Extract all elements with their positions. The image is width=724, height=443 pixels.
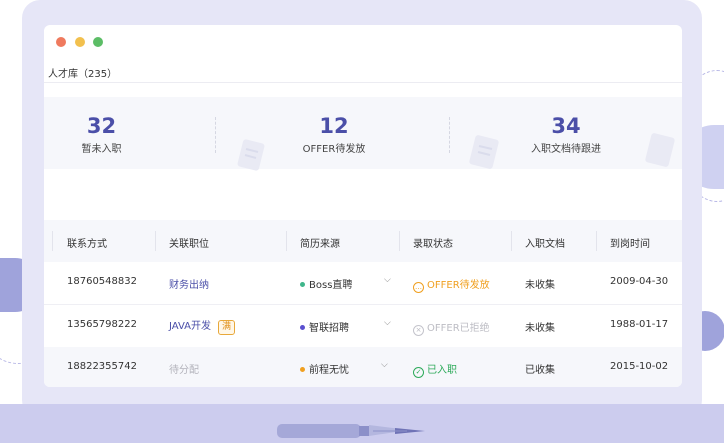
window-close-button[interactable] [56,37,66,47]
document-status: 未收集 [525,280,555,291]
chevron-down-icon[interactable]: ⌵ [384,275,391,285]
stat-docs-to-follow[interactable]: 34 入职文档待跟进 [504,97,628,169]
column-divider [596,231,597,251]
pending-icon: … [413,282,424,293]
source-select[interactable]: 智联招聘 [300,319,349,334]
position-link[interactable]: JAVA开发满 [169,317,236,335]
document-status: 未收集 [525,323,555,334]
stat-offer-pending[interactable]: 12 OFFER待发放 [274,97,394,169]
column-divider [511,231,512,251]
source-label: 智联招聘 [309,323,349,334]
stat-value: 32 [86,114,117,138]
chevron-down-icon[interactable]: ⌵ [381,360,388,370]
table-row[interactable]: 13565798222 JAVA开发满 智联招聘 ⌵ × OFFER已拒绝 未收集… [44,305,682,348]
source-label: 前程无忧 [309,365,349,376]
source-dot [300,367,305,372]
stat-value: 12 [319,114,349,138]
header-document: 入职文档 [525,239,565,250]
check-icon: ✓ [413,367,424,378]
window-maximize-button[interactable] [93,37,103,47]
rejected-icon: × [413,325,424,336]
position-unassigned: 待分配 [169,365,199,376]
title-divider [44,82,682,83]
position-link[interactable]: 财务出纳 [169,276,209,291]
stats-panel: 32 暂未入职 12 OFFER待发放 34 入职文档待跟进 [44,97,682,171]
document-status: 已收集 [525,365,555,376]
status-label: OFFER待发放 [427,280,490,291]
column-divider [52,231,53,251]
chevron-down-icon[interactable]: ⌵ [384,318,391,328]
app-window: 人才库（235） 32 暂未入职 12 OFFER待发放 34 入职文档待跟进 [44,25,682,387]
source-label: Boss直聘 [309,280,353,291]
header-position: 关联职位 [169,239,209,250]
stat-label: 入职文档待跟进 [531,144,601,155]
stat-divider [449,117,450,153]
pen-icon [277,424,425,438]
stat-divider [215,117,216,153]
status-label: OFFER已拒绝 [427,323,490,334]
document-illustration-icon [469,135,499,169]
column-divider [155,231,156,251]
stat-value: 34 [551,114,581,138]
document-illustration-icon [645,133,675,167]
contact-phone: 13565798222 [67,319,137,330]
source-select[interactable]: 前程无忧 [300,361,349,376]
status-badge: × OFFER已拒绝 [413,319,490,336]
table-header: 联系方式 关联职位 简历来源 录取状态 入职文档 到岗时间 [44,220,682,262]
header-contact: 联系方式 [67,239,107,250]
arrival-date: 1988-01-17 [610,319,669,330]
arrival-date: 2015-10-02 [610,361,669,372]
header-source: 简历来源 [300,239,340,250]
contact-phone: 18760548832 [67,276,137,287]
status-label: 已入职 [427,365,457,376]
column-divider [286,231,287,251]
header-status: 录取状态 [413,239,453,250]
document-illustration-icon [237,139,265,171]
table-row[interactable]: 18760548832 财务出纳 Boss直聘 ⌵ … OFFER待发放 未收集 … [44,262,682,305]
full-badge: 满 [218,320,236,335]
contact-phone: 18822355742 [67,361,137,372]
window-minimize-button[interactable] [75,37,85,47]
status-badge: … OFFER待发放 [413,276,490,293]
header-arrival-date: 到岗时间 [610,239,650,250]
status-badge: ✓ 已入职 [413,361,457,378]
stat-not-onboarded[interactable]: 32 暂未入职 [44,97,159,169]
position-label: JAVA开发 [169,321,212,332]
table-row[interactable]: 18822355742 待分配 前程无忧 ⌵ ✓ 已入职 已收集 2015-10-… [44,347,682,387]
column-divider [399,231,400,251]
page-title: 人才库（235） [48,69,118,80]
stat-label: 暂未入职 [81,144,122,155]
source-select[interactable]: Boss直聘 [300,276,352,291]
stat-label: OFFER待发放 [302,144,366,155]
arrival-date: 2009-04-30 [610,276,669,287]
source-dot [300,325,305,330]
source-dot [300,282,305,287]
